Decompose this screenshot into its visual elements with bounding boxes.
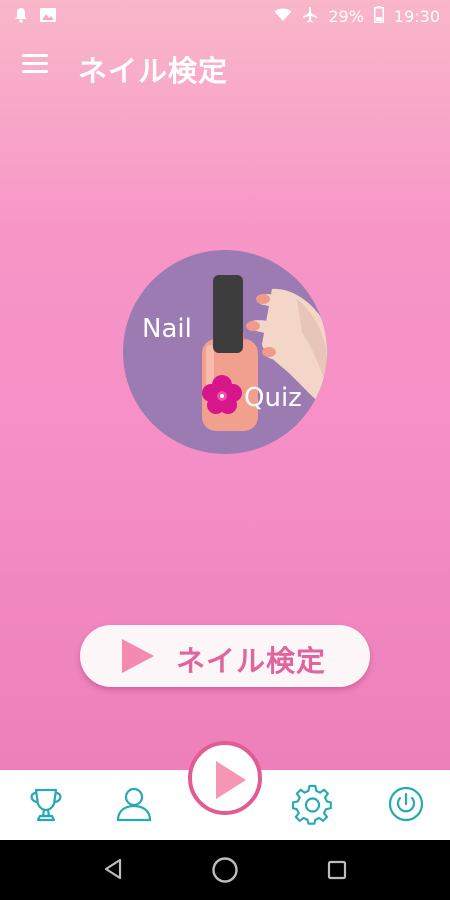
start-quiz-label: ネイル検定	[176, 644, 327, 678]
app-background: 29% 19:30 ネイル検定 Nail Quiz ネイル検定	[0, 0, 450, 770]
clock-time: 19:30	[393, 7, 440, 26]
home-icon[interactable]	[211, 856, 239, 888]
notification-bell-icon	[14, 7, 28, 27]
status-left	[14, 7, 56, 27]
hamburger-menu-icon[interactable]	[22, 54, 48, 76]
wifi-icon	[274, 8, 292, 26]
start-quiz-button[interactable]: ネイル検定	[80, 625, 370, 687]
nail-quiz-logo: Nail Quiz	[122, 249, 328, 455]
user-icon[interactable]	[114, 784, 154, 824]
airplane-icon	[302, 6, 318, 27]
app-bar: ネイル検定	[0, 38, 450, 94]
back-icon[interactable]	[103, 858, 123, 884]
logo-word-quiz: Quiz	[244, 383, 302, 413]
play-icon	[122, 639, 154, 673]
bottle-cap	[213, 275, 243, 353]
settings-gear-icon[interactable]	[291, 784, 332, 825]
battery-icon	[373, 6, 384, 27]
center-play-button[interactable]	[188, 741, 262, 815]
status-right: 29% 19:30	[274, 6, 440, 27]
status-bar: 29% 19:30	[0, 0, 450, 32]
play-icon	[216, 761, 246, 799]
logo-word-nail: Nail	[142, 314, 192, 344]
image-icon	[40, 8, 56, 26]
trophy-icon[interactable]	[26, 784, 66, 824]
power-icon[interactable]	[386, 784, 426, 824]
system-navigation-bar	[0, 840, 450, 900]
page-title: ネイル検定	[78, 54, 229, 88]
recents-icon[interactable]	[327, 860, 347, 884]
battery-percent: 29%	[328, 7, 364, 26]
